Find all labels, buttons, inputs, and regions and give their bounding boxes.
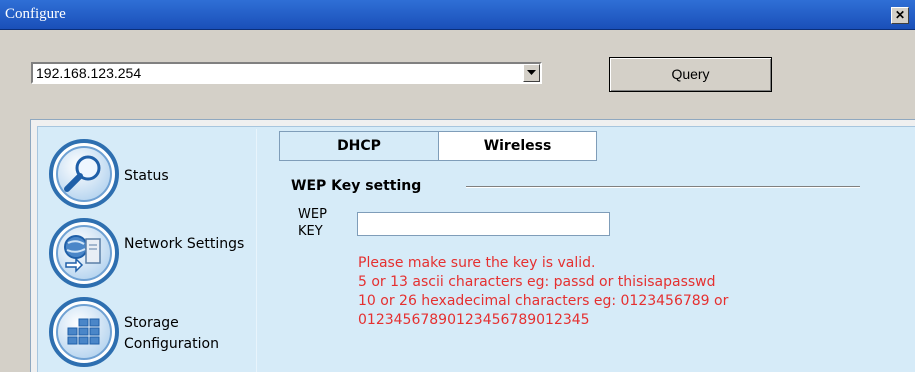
close-icon: ✕	[894, 8, 906, 22]
hint-line: 5 or 13 ascii characters eg: passd or th…	[358, 274, 716, 290]
close-button[interactable]: ✕	[891, 7, 909, 24]
query-button[interactable]: Query	[609, 57, 772, 92]
hint-line: 01234567890123456789012345	[358, 312, 590, 328]
wep-group-title: WEP Key setting	[291, 178, 430, 194]
storage-grid-icon	[49, 297, 119, 367]
hint-line: Please make sure the key is valid.	[358, 255, 596, 271]
tab-dhcp[interactable]: DHCP	[279, 131, 439, 161]
title-bar: Configure ✕	[0, 0, 915, 30]
sidebar-item-network-settings[interactable]: Network Settings	[44, 217, 254, 289]
tab-wireless[interactable]: Wireless	[439, 131, 597, 161]
network-icon	[49, 218, 119, 288]
sidebar-item-storage-configuration[interactable]: Storage Configuration	[44, 296, 254, 368]
window-title: Configure	[5, 6, 66, 22]
ip-address-input[interactable]	[33, 64, 518, 82]
wep-key-label: WEP KEY	[298, 207, 327, 239]
sidebar-item-label: Network Settings	[124, 236, 245, 252]
hint-line: 10 or 26 hexadecimal characters eg: 0123…	[358, 293, 729, 309]
sidebar-item-label: Storage Configuration	[124, 315, 219, 352]
wep-key-hint: Please make sure the key is valid. 5 or 1…	[358, 254, 728, 330]
dropdown-button[interactable]	[523, 64, 540, 82]
group-divider	[466, 186, 860, 188]
sidebar-item-status[interactable]: Status	[44, 138, 254, 210]
ip-address-combobox[interactable]	[31, 62, 542, 84]
sidebar-item-label: Status	[124, 168, 169, 184]
wep-key-input[interactable]	[357, 212, 610, 236]
chevron-down-icon	[527, 70, 536, 75]
magnifier-icon	[49, 139, 119, 209]
